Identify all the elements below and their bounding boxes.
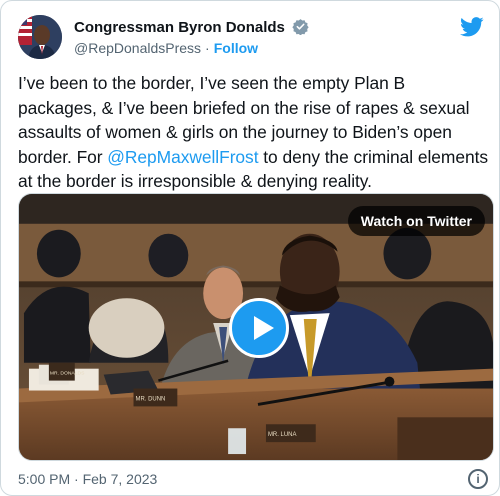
tweet-timestamp[interactable]: 5:00 PM · Feb 7, 2023 xyxy=(18,471,157,487)
tweet-card: Congressman Byron Donalds @RepDonaldsPre… xyxy=(0,0,500,496)
author-names: Congressman Byron Donalds @RepDonaldsPre… xyxy=(74,18,309,56)
play-icon[interactable] xyxy=(229,298,289,358)
info-icon[interactable]: i xyxy=(468,469,488,489)
separator-dot: · xyxy=(205,40,210,56)
author-handle[interactable]: @RepDonaldsPress xyxy=(74,40,201,56)
tweet-text: I’ve been to the border, I’ve seen the e… xyxy=(18,71,488,194)
tweet-footer: 5:00 PM · Feb 7, 2023 i xyxy=(18,469,488,489)
tweet-header: Congressman Byron Donalds @RepDonaldsPre… xyxy=(18,15,488,61)
author-avatar[interactable] xyxy=(18,15,62,59)
placard-text: MR. DUNN xyxy=(136,396,166,402)
verified-badge-icon xyxy=(292,19,309,35)
author-display-name[interactable]: Congressman Byron Donalds xyxy=(74,19,285,36)
handle-row: @RepDonaldsPress · Follow xyxy=(74,40,309,56)
placard-text: MR. LUNA xyxy=(268,432,297,438)
placard-text: MR. DONALDS xyxy=(50,371,85,377)
mention-link[interactable]: @RepMaxwellFrost xyxy=(107,147,258,167)
follow-button[interactable]: Follow xyxy=(214,40,258,56)
twitter-bird-icon[interactable] xyxy=(460,17,484,37)
avatar-photo xyxy=(18,15,62,59)
video-media[interactable]: MR. DONALDS MR. DUNN MR. LUNA Watch on T… xyxy=(18,193,494,461)
watch-on-twitter-button[interactable]: Watch on Twitter xyxy=(347,206,485,236)
play-triangle xyxy=(254,316,274,340)
